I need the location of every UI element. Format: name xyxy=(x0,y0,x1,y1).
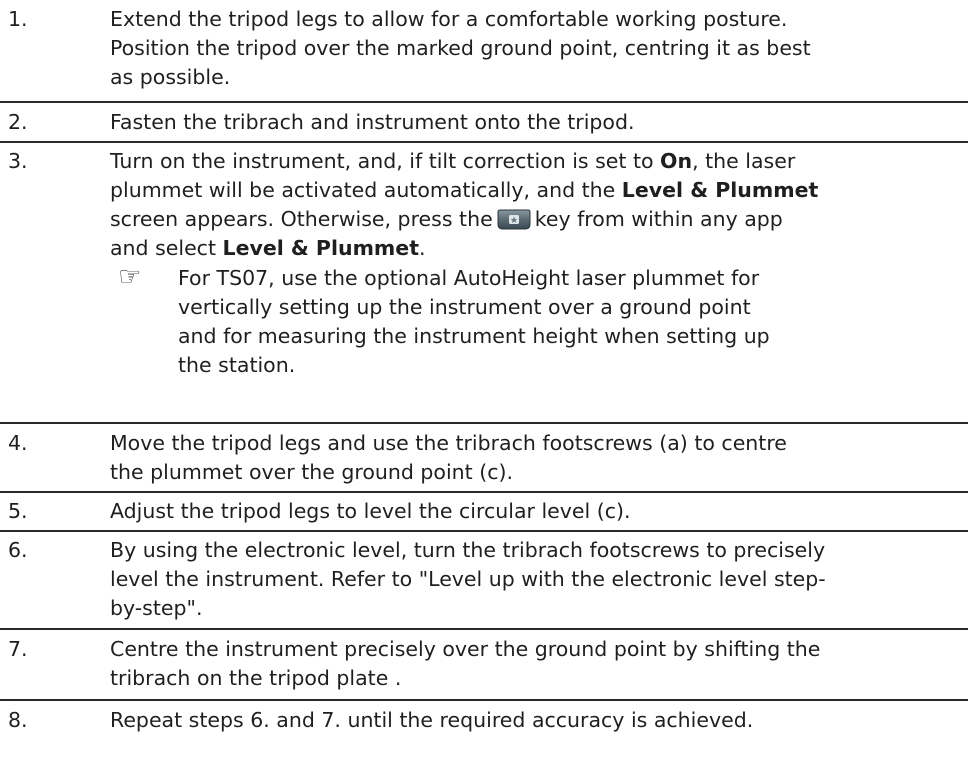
step-number: 8. xyxy=(8,708,28,732)
note-text: For TS07, use the optional AutoHeight la… xyxy=(178,264,770,380)
step-text: Turn on the instrument, and, if tilt cor… xyxy=(110,147,968,422)
step-8: 8. Repeat steps 6. and 7. until the requ… xyxy=(0,701,968,741)
step-text: Adjust the tripod legs to level the circ… xyxy=(110,497,968,530)
step-line: the plummet over the ground point (c). xyxy=(110,460,513,484)
step-6: 6. By using the electronic level, turn t… xyxy=(0,532,968,630)
step-text: Centre the instrument precisely over the… xyxy=(110,635,968,699)
step-number: 4. xyxy=(8,431,28,455)
step-text-segment: Turn on the instrument, and, if tilt cor… xyxy=(110,149,661,173)
step-2: 2. Fasten the tribrach and instrument on… xyxy=(0,103,968,143)
note-line: the station. xyxy=(178,353,296,377)
step-number: 6. xyxy=(8,538,28,562)
note-line: vertically setting up the instrument ove… xyxy=(178,295,751,319)
level-plummet-label: Level & Plummet xyxy=(621,178,819,202)
step-line: Position the tripod over the marked grou… xyxy=(110,36,811,60)
step-number: 2. xyxy=(8,110,28,134)
step-number: 1. xyxy=(8,7,28,31)
step-line: Extend the tripod legs to allow for a co… xyxy=(110,7,788,31)
step-text: By using the electronic level, turn the … xyxy=(110,536,968,628)
step-line: by-step". xyxy=(110,596,203,620)
pointing-hand-icon: ☞ xyxy=(118,262,142,292)
step-line: Centre the instrument precisely over the… xyxy=(110,637,821,661)
procedure-steps: 1. Extend the tripod legs to allow for a… xyxy=(0,0,968,741)
step-text-segment: . xyxy=(419,236,426,260)
step-text-segment: , the laser xyxy=(692,149,796,173)
step-text: Move the tripod legs and use the tribrac… xyxy=(110,429,968,491)
step-text: Fasten the tribrach and instrument onto … xyxy=(110,108,968,141)
step-line: Fasten the tribrach and instrument onto … xyxy=(110,110,635,134)
step-3: 3. Turn on the instrument, and, if tilt … xyxy=(0,143,968,424)
step-5: 5. Adjust the tripod legs to level the c… xyxy=(0,493,968,532)
step-line: Repeat steps 6. and 7. until the require… xyxy=(110,708,754,732)
tilt-on-label: On xyxy=(660,149,693,173)
step-line: level the instrument. Refer to "Level up… xyxy=(110,567,826,591)
step-text-segment: screen appears. Otherwise, press the xyxy=(110,207,493,231)
step-line: By using the electronic level, turn the … xyxy=(110,538,826,562)
step-1: 1. Extend the tripod legs to allow for a… xyxy=(0,0,968,103)
note-line: For TS07, use the optional AutoHeight la… xyxy=(178,266,760,290)
step-number: 5. xyxy=(8,499,28,523)
step-text: Extend the tripod legs to allow for a co… xyxy=(110,5,968,101)
step-text: Repeat steps 6. and 7. until the require… xyxy=(110,706,968,741)
step-number: 3. xyxy=(8,149,28,173)
level-plummet-label: Level & Plummet xyxy=(222,236,419,260)
step-line: tribrach on the tripod plate . xyxy=(110,666,402,690)
step-number: 7. xyxy=(8,637,28,661)
step-4: 4. Move the tripod legs and use the trib… xyxy=(0,424,968,493)
step-text-segment: plummet will be activated automatically,… xyxy=(110,178,622,202)
step-text-segment: and select xyxy=(110,236,223,260)
note: ☞ For TS07, use the optional AutoHeight … xyxy=(110,264,964,380)
step-text-segment: key from within any app xyxy=(534,207,783,231)
note-line: and for measuring the instrument height … xyxy=(178,324,770,348)
favourites-key-icon xyxy=(497,209,531,230)
step-line: Move the tripod legs and use the tribrac… xyxy=(110,431,787,455)
step-line: Adjust the tripod legs to level the circ… xyxy=(110,499,631,523)
step-7: 7. Centre the instrument precisely over … xyxy=(0,630,968,701)
step-line: as possible. xyxy=(110,65,231,89)
